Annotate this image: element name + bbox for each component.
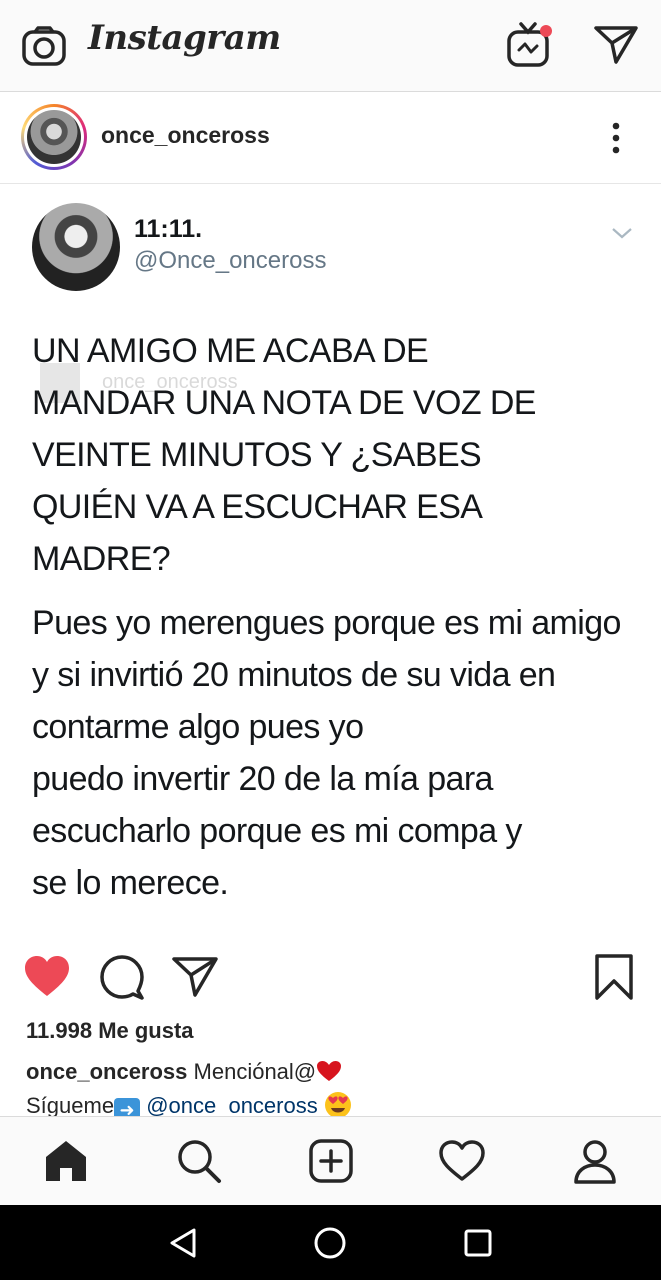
direct-message-icon[interactable] [592, 22, 640, 66]
caption-text-2: Sígueme [26, 1093, 115, 1118]
post-actions [0, 945, 661, 1005]
instagram-logo: Instagram [88, 18, 281, 58]
activity-heart-icon[interactable] [438, 1137, 486, 1185]
more-vertical-icon[interactable] [600, 118, 632, 158]
post-username[interactable]: once_onceross [101, 122, 270, 149]
camera-icon[interactable] [21, 25, 67, 67]
caption-username[interactable]: once_onceross [26, 1059, 187, 1084]
back-icon[interactable] [166, 1225, 202, 1261]
caption-text-1: Menciónal@ [193, 1059, 317, 1084]
recents-icon[interactable] [460, 1225, 496, 1261]
tweet-display-name: 11:11. [134, 215, 203, 243]
tweet-handle: @Once_onceross [134, 247, 327, 274]
search-icon[interactable] [175, 1137, 223, 1185]
app-top-bar: Instagram [0, 0, 661, 92]
heart-eyes-emoji-icon [324, 1092, 351, 1118]
bottom-navigation [0, 1116, 661, 1205]
add-post-icon[interactable] [307, 1137, 355, 1185]
comment-icon[interactable] [98, 953, 146, 1001]
bookmark-icon[interactable] [590, 953, 638, 1001]
tweet-body: UN AMIGO ME ACABA DE MANDAR UNA NOTA DE … [32, 325, 642, 909]
tweet-avatar [32, 203, 120, 291]
chevron-down-icon [612, 228, 632, 239]
avatar [27, 110, 81, 164]
igtv-icon[interactable] [505, 20, 555, 68]
post-image[interactable]: 11:11. @Once_onceross once_onceross UN A… [0, 185, 661, 935]
red-heart-emoji-icon [317, 1061, 342, 1081]
story-avatar[interactable] [21, 104, 87, 170]
home-icon[interactable] [42, 1137, 90, 1185]
home-circle-icon[interactable] [312, 1225, 348, 1261]
tweet-paragraph-1: UN AMIGO ME ACABA DE MANDAR UNA NOTA DE … [32, 332, 536, 578]
tweet-paragraph-2: Pues yo merengues porque es mi amigo y s… [32, 604, 621, 902]
heart-icon[interactable] [23, 953, 71, 1001]
caption-line-1: once_onceross Menciónal@ [26, 1055, 636, 1089]
caption-mention[interactable]: @once_onceross [146, 1093, 318, 1118]
profile-icon[interactable] [571, 1137, 619, 1185]
share-icon[interactable] [171, 953, 219, 1001]
post-caption: once_onceross Menciónal@ Sígueme ➜ @once_… [26, 1055, 636, 1123]
system-navigation-bar [0, 1205, 661, 1280]
like-count[interactable]: 11.998 Me gusta [26, 1018, 194, 1044]
post-header: once_onceross [0, 92, 661, 184]
